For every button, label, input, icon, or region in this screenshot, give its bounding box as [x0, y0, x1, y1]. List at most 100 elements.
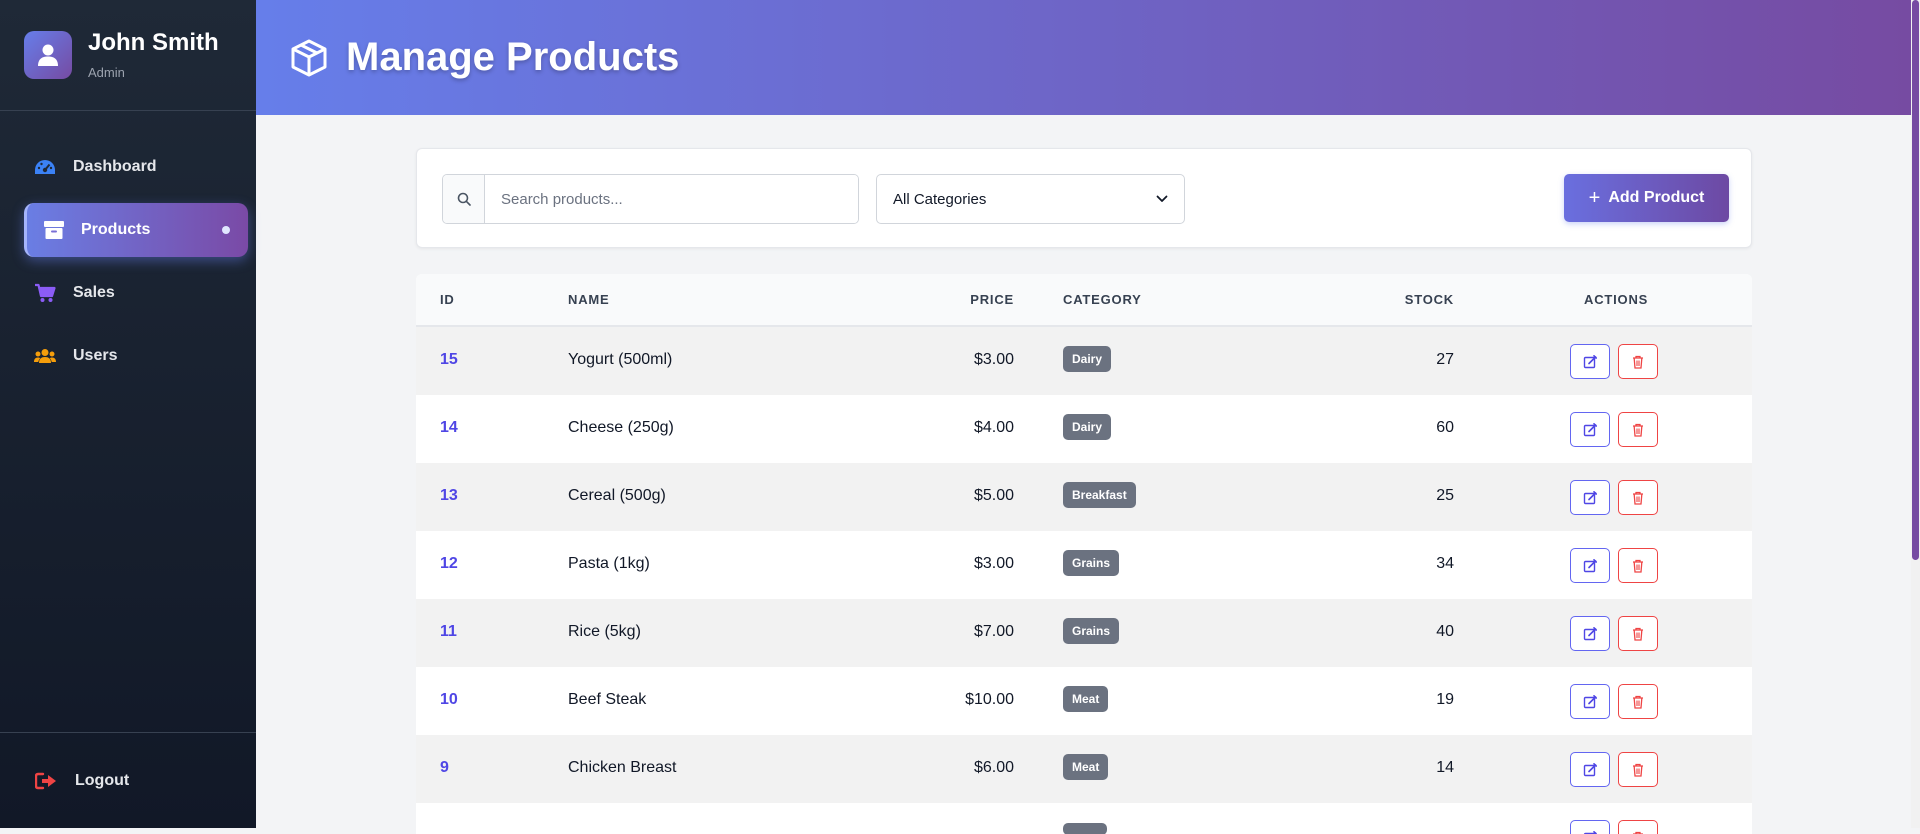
delete-button[interactable] [1618, 684, 1658, 719]
sidebar-item-sales[interactable]: Sales [24, 266, 248, 320]
edit-button[interactable] [1570, 820, 1610, 834]
add-product-button[interactable]: + Add Product [1564, 174, 1729, 222]
product-price: $6.00 [974, 759, 1014, 777]
product-name: Yogurt (500ml) [568, 351, 672, 369]
edit-button[interactable] [1570, 752, 1610, 787]
trash-icon [1632, 831, 1644, 834]
delete-button[interactable] [1618, 344, 1658, 379]
category-badge: Meat [1063, 686, 1108, 712]
table-row: 12Pasta (1kg)$3.00Grains34 [416, 531, 1752, 599]
trash-icon [1632, 695, 1644, 709]
edit-button[interactable] [1570, 480, 1610, 515]
product-id[interactable]: 10 [440, 691, 458, 709]
edit-icon [1583, 423, 1597, 437]
scrollbar-thumb[interactable] [1912, 0, 1919, 560]
trash-icon [1632, 559, 1644, 573]
category-badge: Grains [1063, 550, 1119, 576]
edit-button[interactable] [1570, 684, 1610, 719]
edit-icon [1583, 627, 1597, 641]
active-indicator [222, 226, 230, 234]
filter-toolbar: All Categories + Add Product [416, 148, 1752, 248]
sidebar-item-label: Dashboard [73, 158, 157, 176]
edit-button[interactable] [1570, 412, 1610, 447]
table-row: 9Chicken Breast$6.00Meat14 [416, 735, 1752, 803]
search-box [442, 174, 859, 224]
table-body: 15Yogurt (500ml)$3.00Dairy2714Cheese (25… [416, 327, 1752, 834]
trash-icon [1632, 423, 1644, 437]
edit-button[interactable] [1570, 548, 1610, 583]
product-price: $3.00 [974, 351, 1014, 369]
edit-icon [1583, 763, 1597, 777]
edit-button[interactable] [1570, 344, 1610, 379]
product-id[interactable]: 15 [440, 351, 458, 369]
product-id[interactable]: 9 [440, 759, 449, 777]
sidebar-item-dashboard[interactable]: Dashboard [24, 140, 248, 194]
product-id[interactable]: 12 [440, 555, 458, 573]
sidebar-item-users[interactable]: Users [24, 329, 248, 383]
product-id[interactable]: 13 [440, 487, 458, 505]
product-id[interactable]: 11 [440, 623, 457, 641]
column-header-name[interactable]: NAME [568, 292, 609, 307]
product-name: Pasta (1kg) [568, 555, 650, 573]
product-stock: 34 [1436, 555, 1454, 573]
products-table: ID NAME PRICE CATEGORY STOCK ACTIONS 15 Y… [416, 274, 1752, 834]
category-cell: Meat [1063, 754, 1108, 780]
product-price: $4.00 [974, 419, 1014, 437]
product-id[interactable]: 14 [440, 419, 458, 437]
sidebar-item-label: Products [81, 221, 150, 239]
delete-button[interactable] [1618, 548, 1658, 583]
gauge-icon [34, 159, 56, 175]
product-stock: 19 [1436, 691, 1454, 709]
page-header: Manage Products [256, 0, 1911, 115]
user-profile: John Smith Admin [0, 0, 256, 111]
sidebar-item-label: Sales [73, 284, 115, 302]
page-scrollbar[interactable] [1911, 0, 1920, 828]
category-badge: Dairy [1063, 346, 1111, 372]
user-role: Admin [88, 65, 219, 80]
product-stock: 40 [1436, 623, 1454, 641]
product-name: Cheese (250g) [568, 419, 674, 437]
product-stock: 60 [1436, 419, 1454, 437]
plus-icon: + [1589, 187, 1601, 210]
column-header-id[interactable]: ID [440, 292, 455, 307]
delete-button[interactable] [1618, 412, 1658, 447]
category-cell: Grains [1063, 550, 1119, 576]
category-badge: Grains [1063, 618, 1119, 644]
delete-button[interactable] [1618, 820, 1658, 834]
table-row: 10Beef Steak$10.00Meat19 [416, 667, 1752, 735]
logout-label: Logout [75, 772, 129, 790]
table-row: 15Yogurt (500ml)$3.00Dairy27 [416, 327, 1752, 395]
edit-icon [1583, 831, 1597, 834]
row-actions [1570, 480, 1658, 515]
category-cell: Dairy [1063, 414, 1111, 440]
trash-icon [1632, 491, 1644, 505]
cart-icon [34, 283, 56, 303]
category-badge: Meat [1063, 754, 1108, 780]
column-header-stock[interactable]: STOCK [1405, 292, 1454, 307]
category-cell: Breakfast [1063, 482, 1136, 508]
column-header-actions: ACTIONS [1584, 292, 1648, 307]
column-header-category[interactable]: CATEGORY [1063, 292, 1142, 307]
delete-button[interactable] [1618, 480, 1658, 515]
logout-button[interactable]: Logout [0, 732, 256, 828]
box-icon [290, 38, 328, 78]
category-badge: Breakfast [1063, 482, 1136, 508]
delete-button[interactable] [1618, 616, 1658, 651]
edit-button[interactable] [1570, 616, 1610, 651]
sidebar-item-products[interactable]: Products [24, 203, 248, 257]
category-cell [1063, 822, 1107, 834]
trash-icon [1632, 627, 1644, 641]
search-input[interactable] [485, 175, 858, 223]
edit-icon [1583, 559, 1597, 573]
column-header-price[interactable]: PRICE [970, 292, 1014, 307]
category-cell: Grains [1063, 618, 1119, 644]
table-header: ID NAME PRICE CATEGORY STOCK ACTIONS [416, 274, 1752, 327]
category-cell: Meat [1063, 686, 1108, 712]
user-name: John Smith [88, 30, 219, 56]
category-select[interactable]: All Categories [876, 174, 1185, 224]
delete-button[interactable] [1618, 752, 1658, 787]
logout-icon [35, 772, 57, 790]
users-icon [34, 348, 56, 364]
row-actions [1570, 616, 1658, 651]
user-icon [37, 43, 59, 67]
